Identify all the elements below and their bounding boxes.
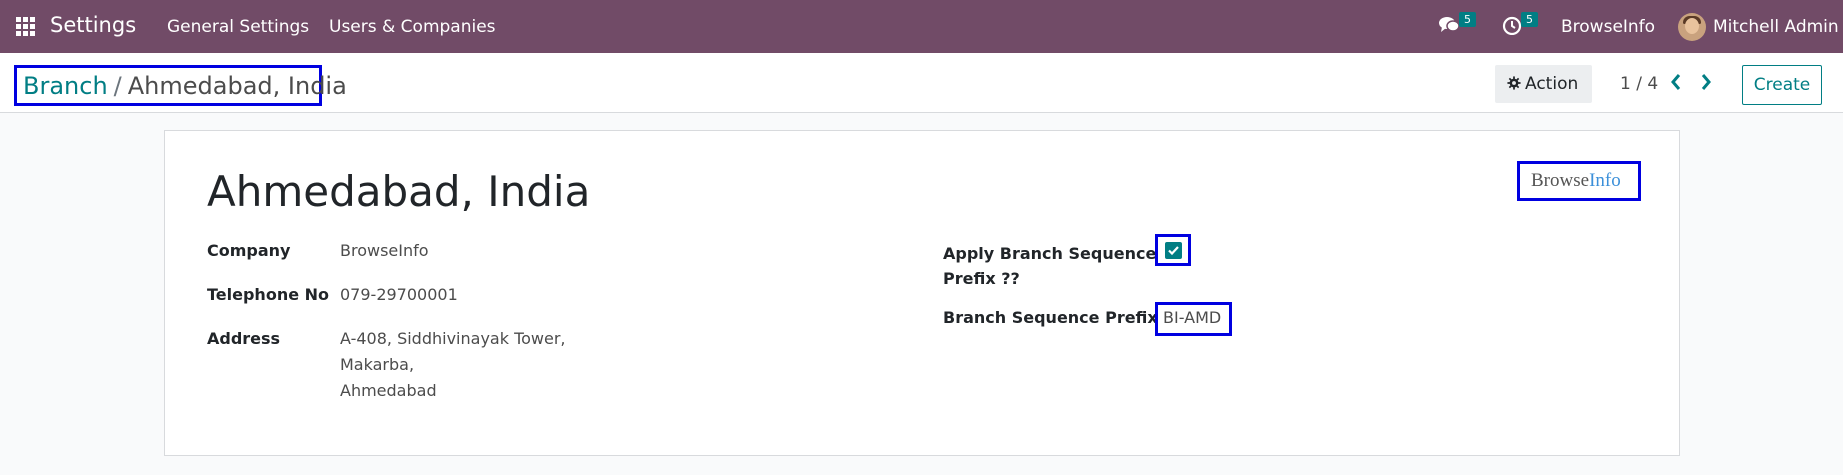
breadcrumb-branch-link[interactable]: Branch [23,72,108,100]
address-field[interactable]: A-408, Siddhivinayak Tower, Makarba, Ahm… [340,326,566,404]
telephone-field[interactable]: 079-29700001 [340,282,458,308]
gear-icon [1507,76,1521,90]
prefix-label: Branch Sequence Prefix [943,308,1158,327]
app-title[interactable]: Settings [50,13,136,37]
create-button[interactable]: Create [1742,65,1822,105]
menu-users-companies[interactable]: Users & Companies [329,17,496,37]
breadcrumb-separator: / [113,72,122,100]
breadcrumb-current: Ahmedabad, India [127,72,347,100]
apps-grid-icon[interactable] [16,17,35,36]
avatar[interactable] [1678,13,1706,41]
pager-previous-button[interactable] [1668,72,1684,92]
control-panel: Branch / Ahmedabad, India Action 1 / 4 Cre… [0,53,1843,113]
company-switcher[interactable]: BrowseInfo [1561,17,1655,37]
clock-icon [1502,16,1522,36]
activities-button[interactable] [1502,15,1522,37]
chat-icon [1439,17,1460,32]
record-title[interactable]: Ahmedabad, India [207,167,590,216]
form-sheet: Ahmedabad, India BrowseInfo Company Brow… [164,130,1680,456]
company-field[interactable]: BrowseInfo [340,238,429,264]
pager-next-button[interactable] [1698,72,1714,92]
top-navbar: Settings General Settings Users & Compan… [0,0,1843,53]
messages-button[interactable] [1438,15,1460,37]
address-line-2: Makarba, [340,355,415,374]
menu-general-settings[interactable]: General Settings [167,17,309,37]
action-label: Action [1525,74,1579,94]
company-label: Company [207,241,291,260]
messages-badge: 5 [1459,12,1476,27]
address-label: Address [207,329,281,348]
chevron-right-icon [1701,74,1711,90]
action-button[interactable]: Action [1495,65,1592,103]
activities-badge: 5 [1521,12,1538,27]
address-line-3: Ahmedabad [340,381,437,400]
checkmark-icon [1168,246,1179,256]
pager-value[interactable]: 1 / 4 [1620,74,1658,94]
chevron-left-icon [1671,74,1681,90]
breadcrumb: Branch / Ahmedabad, India [14,65,347,106]
company-logo: BrowseInfo [1517,161,1641,201]
user-menu[interactable]: Mitchell Admin [1713,17,1839,37]
checkbox-checked [1165,242,1182,259]
apply-prefix-checkbox[interactable] [1155,234,1191,266]
apply-prefix-label: Apply Branch Sequence Prefix ?? [943,244,1157,288]
telephone-label: Telephone No [207,285,330,304]
address-line-1: A-408, Siddhivinayak Tower, [340,329,566,348]
prefix-field[interactable]: BI-AMD [1155,302,1232,336]
